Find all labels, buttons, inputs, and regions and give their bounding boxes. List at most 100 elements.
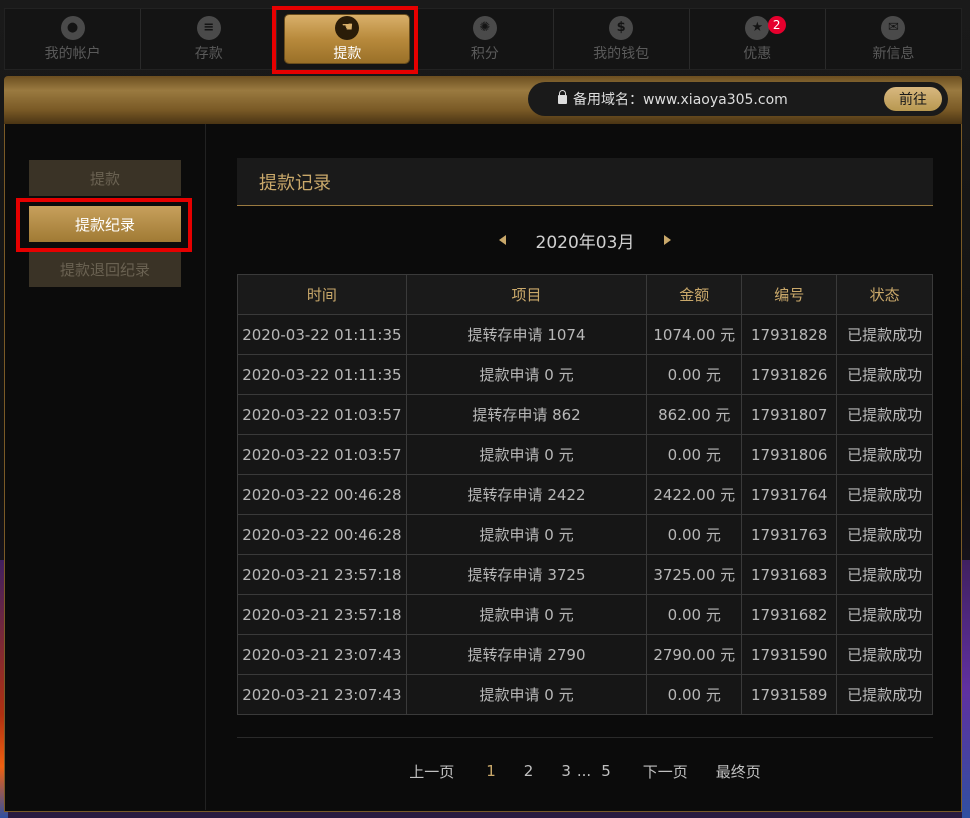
top-nav: ● 我的帐户 ≡ 存款 ☚ 提款 ✺ 积分 $ 我的钱包 ★ 优惠 2 ✉ 新信… xyxy=(4,8,962,70)
table-row: 2020-03-22 01:11:35 提转存申请 1074 1074.00 元 17… xyxy=(237,314,933,355)
promo-count-badge: 2 xyxy=(767,16,786,34)
cell-status: 已提款成功 xyxy=(836,554,933,595)
cell-time: 2020-03-21 23:07:43 xyxy=(237,634,407,675)
nav-my-account[interactable]: ● 我的帐户 xyxy=(5,9,142,69)
nav-label: 我的帐户 xyxy=(44,45,101,62)
column-header-status: 状态 xyxy=(836,274,933,315)
cell-number: 17931682 xyxy=(741,594,838,635)
nav-label: 我的钱包 xyxy=(593,45,650,62)
cell-item: 提转存申请 3725 xyxy=(405,554,648,595)
cell-time: 2020-03-22 00:46:28 xyxy=(237,474,407,515)
pagination: 上一页 1 2 3 ... 5 下一页 最终页 xyxy=(237,738,933,804)
backup-domain: 备用域名：www.xiaoya305.com 前往 xyxy=(528,82,948,116)
nav-promotions[interactable]: ★ 优惠 2 xyxy=(690,9,826,69)
cell-item: 提款申请 0 元 xyxy=(405,674,648,715)
column-header-item: 项目 xyxy=(405,274,648,315)
page-link-2[interactable]: 2 xyxy=(524,762,534,780)
user-icon: ● xyxy=(60,15,85,40)
table-row: 2020-03-22 01:03:57 提款申请 0 元 0.00 元 1793180… xyxy=(237,434,933,475)
coins-icon: ≡ xyxy=(196,15,221,40)
cell-status: 已提款成功 xyxy=(836,594,933,635)
star-icon: ★ xyxy=(745,15,770,40)
main-panel: 提款 提款纪录 提款退回纪录 提款记录 2020年03月 时间 项目 金额 编号… xyxy=(4,124,962,812)
cell-number: 17931590 xyxy=(741,634,838,675)
last-page-link[interactable]: 最终页 xyxy=(716,761,761,782)
table-row: 2020-03-22 00:46:28 提转存申请 2422 2422.00 元 17… xyxy=(237,474,933,515)
cell-number: 17931806 xyxy=(741,434,838,475)
nav-wallet[interactable]: $ 我的钱包 xyxy=(554,9,690,69)
sidebar: 提款 提款纪录 提款退回纪录 xyxy=(5,124,206,810)
sidebar-item-withdraw[interactable]: 提款 xyxy=(29,160,181,196)
column-header-amount: 金额 xyxy=(646,274,743,315)
cell-amount: 0.00 元 xyxy=(646,674,743,715)
cell-time: 2020-03-21 23:57:18 xyxy=(237,594,407,635)
cell-time: 2020-03-21 23:07:43 xyxy=(237,674,407,715)
prev-page-link[interactable]: 上一页 xyxy=(409,761,454,782)
cell-number: 17931763 xyxy=(741,514,838,555)
cell-amount: 0.00 元 xyxy=(646,594,743,635)
nav-label: 提款 xyxy=(333,45,362,62)
cell-status: 已提款成功 xyxy=(836,314,933,355)
sidebar-item-withdraw-records[interactable]: 提款纪录 xyxy=(29,206,181,242)
cell-number: 17931589 xyxy=(741,674,838,715)
cell-item: 提款申请 0 元 xyxy=(405,434,648,475)
table-row: 2020-03-21 23:07:43 提转存申请 2790 2790.00 元 17… xyxy=(237,634,933,675)
background-edge-right xyxy=(962,560,970,818)
page-ellipsis: ... xyxy=(576,762,592,780)
cell-time: 2020-03-22 01:11:35 xyxy=(237,354,407,395)
table-row: 2020-03-22 01:03:57 提转存申请 862 862.00 元 1793… xyxy=(237,394,933,435)
column-header-time: 时间 xyxy=(237,274,407,315)
cell-status: 已提款成功 xyxy=(836,674,933,715)
nav-label: 存款 xyxy=(194,45,223,62)
cell-item: 提转存申请 862 xyxy=(405,394,648,435)
cell-time: 2020-03-22 01:03:57 xyxy=(237,394,407,435)
next-month-arrow-icon[interactable] xyxy=(664,235,672,245)
cell-status: 已提款成功 xyxy=(836,434,933,475)
mail-icon: ✉ xyxy=(881,15,906,40)
cell-item: 提款申请 0 元 xyxy=(405,354,648,395)
nav-label: 积分 xyxy=(470,45,499,62)
domain-bar: 备用域名：www.xiaoya305.com 前往 xyxy=(4,76,962,124)
cell-amount: 0.00 元 xyxy=(646,434,743,475)
goto-button[interactable]: 前往 xyxy=(884,87,942,111)
nav-points[interactable]: ✺ 积分 xyxy=(417,9,554,69)
table-row: 2020-03-21 23:07:43 提款申请 0 元 0.00 元 1793158… xyxy=(237,674,933,715)
cell-item: 提转存申请 2422 xyxy=(405,474,648,515)
nav-label: 优惠 xyxy=(743,45,772,62)
cell-status: 已提款成功 xyxy=(836,474,933,515)
section-title: 提款记录 xyxy=(237,158,933,206)
cell-item: 提转存申请 2790 xyxy=(405,634,648,675)
cell-amount: 862.00 元 xyxy=(646,394,743,435)
cell-number: 17931807 xyxy=(741,394,838,435)
cell-status: 已提款成功 xyxy=(836,354,933,395)
column-header-number: 编号 xyxy=(741,274,838,315)
cell-status: 已提款成功 xyxy=(836,394,933,435)
month-selector: 2020年03月 xyxy=(237,206,933,274)
page-link-3[interactable]: 3 xyxy=(561,762,571,780)
nav-messages[interactable]: ✉ 新信息 xyxy=(826,9,961,69)
next-page-link[interactable]: 下一页 xyxy=(643,761,688,782)
cell-item: 提款申请 0 元 xyxy=(405,514,648,555)
nav-withdraw[interactable]: ☚ 提款 xyxy=(285,15,410,63)
records-table: 时间 项目 金额 编号 状态 2020-03-22 01:11:35 提转存申请 … xyxy=(237,274,933,715)
cell-number: 17931826 xyxy=(741,354,838,395)
table-row: 2020-03-22 00:46:28 提款申请 0 元 0.00 元 1793176… xyxy=(237,514,933,555)
cell-amount: 1074.00 元 xyxy=(646,314,743,355)
cell-number: 17931828 xyxy=(741,314,838,355)
cell-status: 已提款成功 xyxy=(836,514,933,555)
dollar-icon: $ xyxy=(609,15,634,40)
lock-icon xyxy=(558,89,567,104)
cell-time: 2020-03-22 01:03:57 xyxy=(237,434,407,475)
table-row: 2020-03-21 23:57:18 提款申请 0 元 0.00 元 1793168… xyxy=(237,594,933,635)
nav-deposit[interactable]: ≡ 存款 xyxy=(141,9,278,69)
backup-domain-text: 备用域名：www.xiaoya305.com xyxy=(573,92,788,108)
sidebar-item-withdraw-returns[interactable]: 提款退回纪录 xyxy=(29,251,181,287)
page-link-5[interactable]: 5 xyxy=(601,762,611,780)
cell-item: 提款申请 0 元 xyxy=(405,594,648,635)
cell-number: 17931683 xyxy=(741,554,838,595)
prev-month-arrow-icon[interactable] xyxy=(498,235,506,245)
page-link-1[interactable]: 1 xyxy=(486,762,496,780)
cell-time: 2020-03-22 00:46:28 xyxy=(237,514,407,555)
cell-amount: 0.00 元 xyxy=(646,354,743,395)
nav-label: 新信息 xyxy=(872,45,915,62)
